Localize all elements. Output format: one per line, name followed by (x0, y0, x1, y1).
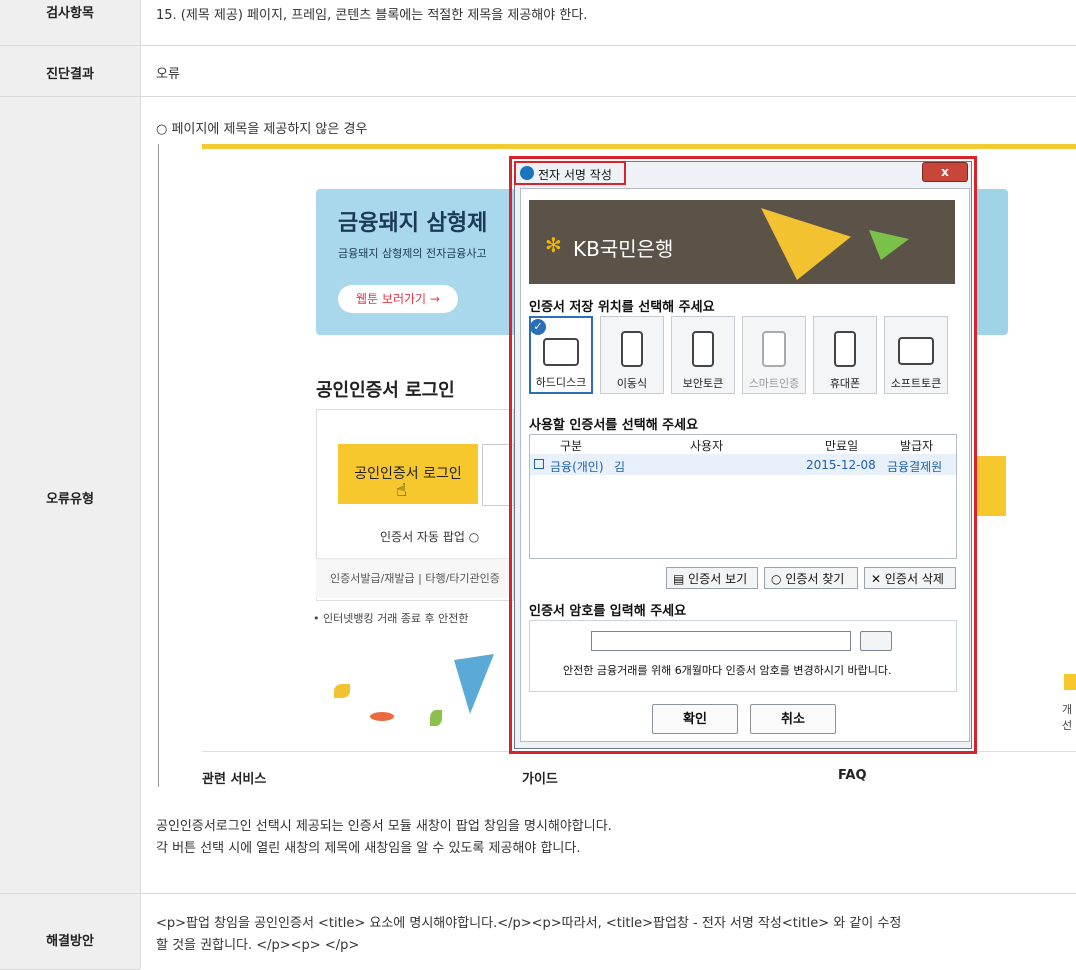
right-label: 개선 (1062, 703, 1073, 732)
footer-guide[interactable]: 가이드 (522, 768, 558, 787)
leaf-decoration (430, 710, 442, 726)
cert-login-button[interactable]: 공인인증서 로그인 (338, 444, 478, 504)
title-highlight (514, 161, 626, 185)
banner-subtitle: 금융돼지 삼형제의 전자금융사고 (338, 247, 487, 260)
paper-plane-illustration (454, 654, 494, 714)
screenshot-left-border (158, 144, 159, 787)
divider (0, 45, 1076, 46)
cert-links[interactable]: 인증서발급/재발급 | 타행/타기관인증 (316, 558, 512, 598)
label-result: 진단결과 (46, 67, 94, 82)
leaf-decoration (370, 712, 394, 721)
envelope-icon (1064, 674, 1076, 690)
promo-banner: 금융돼지 삼형제 금융돼지 삼형제의 전자금융사고 웹툰 보러가기 → (316, 189, 516, 335)
hand-cursor-icon: ☝ (396, 480, 407, 501)
fix-line1: <p>팝업 창임을 공인인증서 <title> 요소에 명시해야합니다.</p>… (156, 916, 902, 931)
result-text: 오류 (156, 67, 180, 82)
label-type: 오류유형 (46, 492, 94, 507)
banner-edge (976, 189, 1008, 335)
label-fix: 해결방안 (46, 934, 94, 949)
footer-faq[interactable]: FAQ (838, 768, 867, 783)
right-login-button[interactable] (976, 456, 1006, 516)
auto-popup-option[interactable]: 인증서 자동 팝업 ○ (380, 528, 479, 545)
footer-related[interactable]: 관련 서비스 (202, 768, 266, 787)
type-desc-1: 공인인증서로그인 선택시 제공되는 인증서 모듈 새창이 팝업 창임을 명시해야… (156, 819, 612, 834)
top-accent-bar (202, 144, 1076, 149)
leaf-decoration (334, 684, 350, 698)
login-title: 공인인증서 로그인 (316, 380, 455, 401)
item-text: 15. (제목 제공) 페이지, 프레임, 콘텐츠 블록에는 적절한 제목을 제… (156, 8, 588, 23)
notice-text: • 인터넷뱅킹 거래 종료 후 안전한 (313, 612, 469, 625)
banner-title: 금융돼지 삼형제 (338, 211, 488, 236)
webtoon-button[interactable]: 웹툰 보러가기 → (338, 285, 458, 313)
type-intro: ○ 페이지에 제목을 제공하지 않은 경우 (156, 122, 368, 137)
fix-line2: 할 것을 권합니다. </p><p> </p> (156, 938, 360, 953)
label-item: 검사항목 (46, 6, 94, 21)
column-divider (140, 0, 141, 969)
divider (0, 893, 1076, 894)
type-desc-2: 각 버튼 선택 시에 열린 새창의 제목에 새창임을 알 수 있도록 제공해야 … (156, 841, 581, 856)
dialog-highlight (509, 156, 977, 754)
divider (0, 96, 1076, 97)
